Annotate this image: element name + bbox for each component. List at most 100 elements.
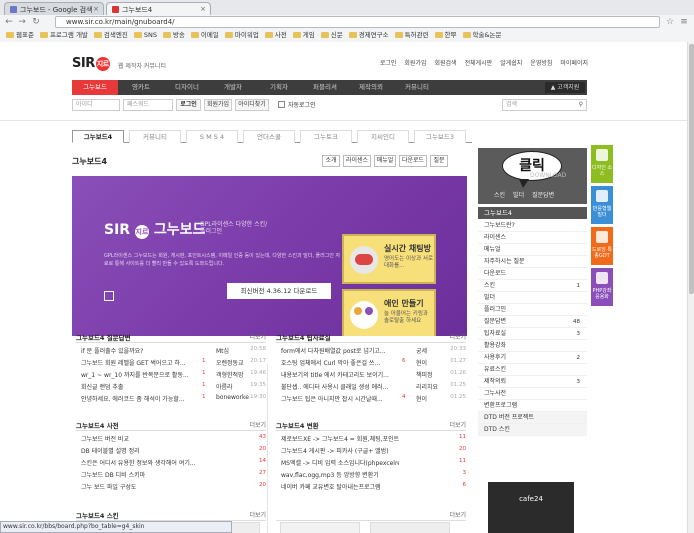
- close-tab-icon[interactable]: ×: [200, 5, 206, 13]
- nav-item[interactable]: 개발자: [210, 80, 256, 95]
- sidebar-menu-item[interactable]: 그누사전: [478, 388, 587, 400]
- star-icon[interactable]: ☆: [664, 16, 676, 28]
- row-title[interactable]: wr_1 ~ wr_10 까지를 반복문으로 활동...: [81, 370, 199, 379]
- sidebar-menu-item[interactable]: 라이센스: [478, 232, 587, 244]
- download-link[interactable]: 스킨: [494, 192, 505, 199]
- board-row[interactable]: 그누보드 회원 레벨을 GET 썩어으고 하... 1 오렌정동교 20:17: [76, 358, 266, 369]
- row-title[interactable]: 호스팅 업체에서 Curl 막아 좋은걸 쓰...: [281, 358, 399, 367]
- nav-item[interactable]: 그누보드: [72, 80, 118, 95]
- promo-date[interactable]: 애인 만들기 늘 어울어는 키링과 솔로탈출 하세요: [342, 289, 436, 336]
- board-button[interactable]: 다운로드: [399, 155, 427, 167]
- join-button[interactable]: 회원가입: [204, 99, 232, 111]
- row-author[interactable]: 현이: [416, 394, 450, 403]
- row-title[interactable]: 그누보드 회원 레벨을 GET 썩어으고 하...: [81, 358, 199, 367]
- board-row[interactable]: 그누보드 팁은 아니지만 잡시 시간날때... 4 현이 01.25: [276, 394, 466, 405]
- board-button[interactable]: 라이센스: [343, 155, 371, 167]
- nav-item[interactable]: 커뮤니티: [394, 80, 440, 95]
- more-link[interactable]: 더보기: [449, 420, 466, 429]
- board-heading[interactable]: 그누보드4 변환: [276, 420, 319, 430]
- sidebar-menu-item[interactable]: 빌더: [478, 292, 587, 304]
- row-author[interactable]: 현이: [416, 358, 450, 367]
- sidebar-menu-item[interactable]: 플러그인: [478, 304, 587, 316]
- board-row[interactable]: 그누보드 DB 디비 스키마 27: [76, 470, 266, 481]
- board-row[interactable]: 호스팅 업체에서 Curl 막아 좋은걸 쓰... 6 현이 01.27: [276, 358, 466, 369]
- row-title[interactable]: 그누보드 팁은 아니지만 잡시 시간날때...: [281, 394, 399, 403]
- row-author[interactable]: 객형한적망: [216, 370, 250, 379]
- more-link[interactable]: 더보기: [449, 332, 466, 341]
- row-title[interactable]: MS엑셀 -> 디비 입력 소스입니다(phpexcelreader...: [281, 458, 399, 467]
- password-input[interactable]: 패스워드: [123, 99, 173, 111]
- board-row[interactable]: 회신글 랜덤 추출 1 아름라 19:35: [76, 382, 266, 393]
- side-shortcut-button[interactable]: 반응형웹 빌더: [591, 186, 613, 224]
- top-link[interactable]: 운영방침: [530, 60, 552, 67]
- skin-more-link-right[interactable]: 더보기: [449, 510, 466, 519]
- board-heading[interactable]: 그누보드4 스킨: [76, 510, 119, 520]
- download-link[interactable]: 질문답변: [532, 192, 554, 199]
- bookmark-item[interactable]: 사전: [264, 29, 287, 42]
- board-button[interactable]: 매뉴얼: [374, 155, 396, 167]
- row-title[interactable]: wav,flac,ogg,mp3 등 앙방향 변환기: [281, 470, 399, 479]
- board-row[interactable]: wav,flac,ogg,mp3 등 앙방향 변환기 3: [276, 470, 466, 481]
- row-title[interactable]: 불단셉.. 에디터 사용시 클래일 생성 에러...: [281, 382, 399, 391]
- row-title[interactable]: 네이버 카페 교유변호 탈아내는프로그램: [281, 482, 399, 491]
- sidebar-menu-item[interactable]: 유료스킨: [478, 364, 587, 376]
- cafe24-ad[interactable]: cafe24: [488, 482, 574, 533]
- board-row[interactable]: 스킨은 어디서 유용한 정보와 생각해어 여기... 14: [76, 458, 266, 469]
- board-heading[interactable]: 그누보드4 사전: [76, 420, 119, 430]
- sidebar-menu-item[interactable]: 그누보드란?: [478, 220, 587, 232]
- skin-thumb[interactable]: [280, 522, 360, 533]
- nav-item[interactable]: 영카트: [118, 80, 164, 95]
- board-row[interactable]: form에서 다차원배열값 post로 넘기고... 궁세 20:33: [276, 346, 466, 357]
- sidebar-menu-item[interactable]: 다운로드: [478, 268, 587, 280]
- search-icon[interactable]: ⚲: [579, 100, 583, 110]
- row-author[interactable]: 책피정: [416, 370, 450, 379]
- bookmark-item[interactable]: 학술&논문: [462, 29, 502, 42]
- board-row[interactable]: 내용보기의 title 에서 카테고리도 보이기... 책피정 01.26: [276, 370, 466, 381]
- top-link[interactable]: 전체게시판: [465, 60, 493, 67]
- row-title[interactable]: 내용보기의 title 에서 카테고리도 보이기...: [281, 370, 399, 379]
- sidebar-menu-item[interactable]: 활용강좌: [478, 340, 587, 352]
- close-tab-icon[interactable]: ×: [93, 5, 99, 13]
- board-row[interactable]: 그누보드4 게시판 -> 피카사 (구글+ 앨범) 20: [276, 446, 466, 457]
- forward-icon[interactable]: →: [16, 16, 28, 28]
- row-title[interactable]: 회신글 랜덤 추출: [81, 382, 199, 391]
- bookmark-item[interactable]: 한뿌: [434, 29, 457, 42]
- bookmark-item[interactable]: SNS: [133, 29, 157, 42]
- bookmark-item[interactable]: 특허관련: [394, 29, 429, 42]
- side-shortcut-button[interactable]: 드로잉 특종GDT: [591, 227, 613, 265]
- side-shortcut-button[interactable]: PHP강좌 응용화: [591, 268, 613, 306]
- id-input[interactable]: 아이디: [72, 99, 120, 111]
- row-author[interactable]: 궁세: [416, 346, 450, 355]
- support-button[interactable]: ▲ 고객지원: [545, 82, 585, 93]
- bookmark-item[interactable]: 게임: [292, 29, 315, 42]
- back-icon[interactable]: ←: [3, 16, 15, 28]
- board-tab[interactable]: 그누보드3: [414, 130, 466, 143]
- auto-login-checkbox[interactable]: [278, 101, 285, 108]
- sidebar-menu-item[interactable]: 팁자료실 3: [478, 328, 587, 340]
- sidebar-menu-item[interactable]: 스킨 1: [478, 280, 587, 292]
- top-link[interactable]: 회원가입: [404, 60, 426, 67]
- bookmark-item[interactable]: 프로그램 개발: [39, 29, 88, 42]
- download-box[interactable]: 클릭 DOWNLOAD 스킨 빌더 질문답변: [478, 148, 587, 204]
- row-title[interactable]: if 문 플러출수 있을까요?: [81, 346, 199, 355]
- board-row[interactable]: 그누보드 버전 비교 43: [76, 434, 266, 445]
- site-logo[interactable]: SIR 지르: [72, 56, 110, 71]
- sidebar-menu-item[interactable]: DTD 스킨: [478, 424, 587, 436]
- nav-item[interactable]: 제작의뢰: [348, 80, 394, 95]
- download-link[interactable]: 빌더: [513, 192, 524, 199]
- row-title[interactable]: 그누보드 DB 디비 스키마: [81, 470, 199, 479]
- bookmark-item[interactable]: 웹표준: [6, 29, 34, 42]
- row-author[interactable]: Mt심: [216, 346, 250, 355]
- login-button[interactable]: 로그인: [176, 99, 201, 111]
- board-button[interactable]: 질문: [430, 155, 448, 167]
- board-row[interactable]: 제로보드XE -> 그누보드4 = 회원,쳬팅,포인트... 11: [276, 434, 466, 445]
- menu-icon[interactable]: ≡: [678, 16, 690, 28]
- more-link[interactable]: 더보기: [249, 510, 266, 519]
- reload-icon[interactable]: ↻: [30, 16, 42, 28]
- board-tab[interactable]: 커뮤니티: [129, 130, 181, 143]
- sidebar-menu-item[interactable]: 제작의뢰 3: [478, 376, 587, 388]
- board-row[interactable]: 불단셉.. 에디터 사용시 클래일 생성 에러... 리리치요 01.25: [276, 382, 466, 393]
- board-tab[interactable]: 언더스쿨: [243, 130, 295, 143]
- bookmark-item[interactable]: 검색엔진: [93, 29, 128, 42]
- download-latest-button[interactable]: 최신버전 4.36.12 다운로드: [227, 283, 331, 299]
